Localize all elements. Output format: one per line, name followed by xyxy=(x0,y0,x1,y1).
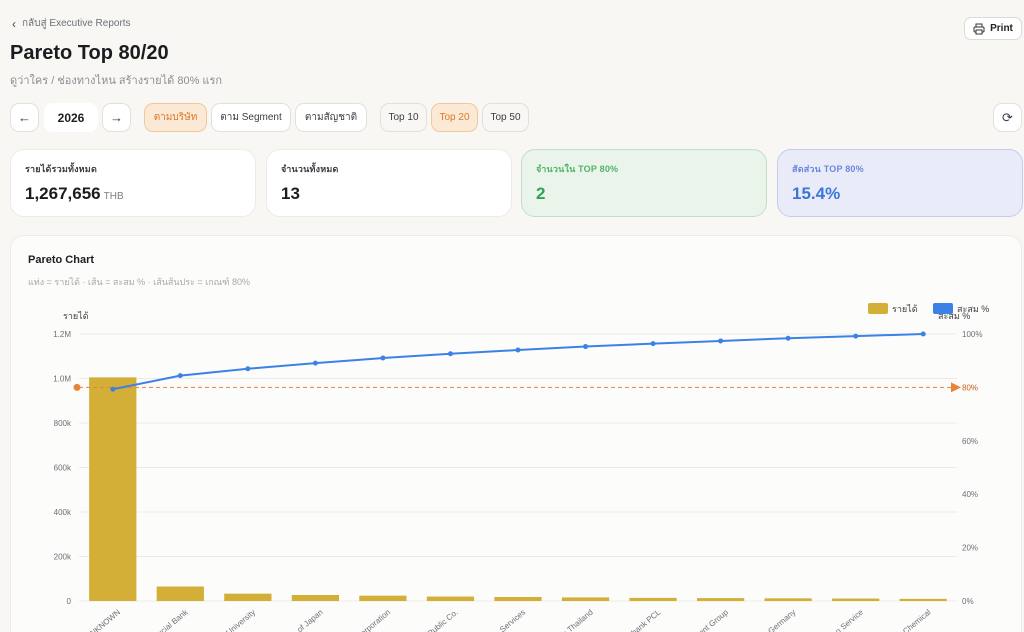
arrow-left-icon: ← xyxy=(18,110,31,125)
cumulative-point xyxy=(177,373,183,379)
refresh-button[interactable]: ⟳ xyxy=(993,103,1022,132)
y-tick-label-left: 800k xyxy=(54,419,72,428)
kpi-top80-count: จำนวนใน TOP 80% 2 xyxy=(521,149,767,217)
prev-year-button[interactable]: ← xyxy=(10,103,39,132)
cumulative-point xyxy=(583,344,589,350)
page-title: Pareto Top 80/20 xyxy=(10,42,169,64)
y-tick-label-right: 20% xyxy=(962,544,978,553)
cumulative-point xyxy=(718,338,724,344)
bar xyxy=(156,586,204,601)
legend-swatch-cumulative xyxy=(933,303,953,314)
kpi-label: รายได้รวมทั้งหมด xyxy=(25,164,97,174)
tab-top-20[interactable]: Top 20 xyxy=(431,103,478,132)
y-tick-label-right: 40% xyxy=(962,490,978,499)
toolbar: ← 2026 → ตามบริษัท ตาม Segment ตามสัญชาต… xyxy=(10,103,1022,132)
print-button[interactable]: Print xyxy=(964,17,1022,40)
kpi-label: จำนวนทั้งหมด xyxy=(281,164,339,174)
kpi-top80-share: สัดส่วน TOP 80% 15.4% xyxy=(777,149,1023,217)
print-label: Print xyxy=(990,23,1013,34)
cumulative-point xyxy=(312,360,318,366)
x-tick-label: ...bank PCL xyxy=(625,607,663,632)
kpi-label: จำนวนใน TOP 80% xyxy=(536,164,619,174)
kpi-total-count: จำนวนทั้งหมด 13 xyxy=(266,149,512,217)
x-tick-label: ... of Japan xyxy=(289,608,325,632)
bar xyxy=(832,598,880,601)
bar xyxy=(629,597,677,601)
y-tick-label-left: 600k xyxy=(54,464,72,473)
x-tick-label: ...Chemical xyxy=(896,607,933,632)
cumulative-point xyxy=(447,351,453,357)
kpi-unit: THB xyxy=(103,191,124,202)
bar xyxy=(764,598,812,601)
y-tick-label-left: 400k xyxy=(54,508,72,517)
threshold-marker xyxy=(73,383,81,391)
legend-label-revenue: รายได้ xyxy=(892,304,918,314)
chart-panel: Pareto Chart แท่ง = รายได้ · เส้น = สะสม… xyxy=(10,235,1022,632)
x-tick-label: ...Corporation xyxy=(349,608,392,632)
chevron-left-icon: ‹ xyxy=(12,16,16,31)
x-tick-label: ... Services xyxy=(491,608,527,632)
x-tick-label: ...rcial Bank xyxy=(152,607,191,632)
kpi-value: 15.4% xyxy=(792,184,841,203)
cumulative-line xyxy=(112,333,924,391)
y-tick-label-left: 1.0M xyxy=(53,375,71,384)
cumulative-point xyxy=(650,341,656,347)
tab-by-segment[interactable]: ตาม Segment xyxy=(211,103,291,132)
bar xyxy=(696,598,745,601)
x-tick-label: ...University xyxy=(219,608,257,632)
x-tick-label: ...ent Group xyxy=(692,607,731,632)
y-tick-label-right: 0% xyxy=(962,597,974,606)
tab-by-nationality[interactable]: ตามสัญชาติ xyxy=(295,103,367,132)
cumulative-point xyxy=(380,355,386,361)
x-tick-label: ...o Service xyxy=(829,607,866,632)
y-axis-label-left: รายได้ xyxy=(63,311,89,321)
bar xyxy=(224,593,272,601)
x-tick-label: ...e Thailand xyxy=(555,608,594,632)
year-display: 2026 xyxy=(44,103,98,132)
bar xyxy=(291,594,340,601)
kpi-value: 2 xyxy=(536,184,546,203)
legend-swatch-revenue xyxy=(868,303,888,314)
tab-top-50[interactable]: Top 50 xyxy=(482,103,529,132)
y-tick-label-left: 0 xyxy=(67,597,72,606)
cumulative-point xyxy=(245,366,251,372)
bar xyxy=(494,596,542,601)
kpi-value-row: 1,267,656 THB xyxy=(25,184,241,204)
back-link[interactable]: ‹ กลับสู่ Executive Reports xyxy=(12,16,131,31)
bar xyxy=(561,597,610,601)
kpi-value: 1,267,656 xyxy=(25,184,101,203)
bar xyxy=(89,377,137,601)
kpi-total-revenue: รายได้รวมทั้งหมด 1,267,656 THB xyxy=(10,149,256,217)
bar xyxy=(426,596,475,601)
y-tick-label-right: 60% xyxy=(962,437,978,446)
arrow-right-icon: → xyxy=(110,110,123,125)
cumulative-point xyxy=(785,335,791,341)
threshold-arrow-icon xyxy=(951,382,961,393)
printer-icon xyxy=(973,23,985,34)
cumulative-point xyxy=(515,347,521,353)
pareto-chart: 0 200k 400k 600k 800k 1.0M 1.2M 0% 20% 40% 60% 80% 1… xyxy=(53,303,989,632)
bar xyxy=(899,598,947,601)
threshold-label: 80% xyxy=(962,383,978,392)
refresh-icon: ⟳ xyxy=(1002,109,1013,125)
cumulative-point xyxy=(920,331,926,337)
back-link-label: กลับสู่ Executive Reports xyxy=(22,18,131,29)
cumulative-point xyxy=(853,333,859,339)
kpi-value: 13 xyxy=(281,184,300,203)
x-tick-label: ... Germany xyxy=(760,608,798,632)
page-subtitle: ดูว่าใคร / ช่องทางไหน สร้างรายได้ 80% แร… xyxy=(10,75,223,87)
bar xyxy=(359,595,407,601)
y-tick-label-left: 200k xyxy=(54,553,72,562)
y-tick-label-left: 1.2M xyxy=(53,330,71,339)
kpi-label: สัดส่วน TOP 80% xyxy=(792,164,864,174)
tab-by-company[interactable]: ตามบริษัท xyxy=(144,103,207,132)
tab-top-10[interactable]: Top 10 xyxy=(380,103,427,132)
cumulative-point xyxy=(110,386,116,392)
y-tick-label-right: 100% xyxy=(962,330,982,339)
x-tick-label: ...Public Co. xyxy=(421,608,460,632)
next-year-button[interactable]: → xyxy=(102,103,131,132)
legend-label-cumulative: สะสม % xyxy=(957,304,989,314)
x-tick-label: UNKNOWN xyxy=(84,607,122,632)
